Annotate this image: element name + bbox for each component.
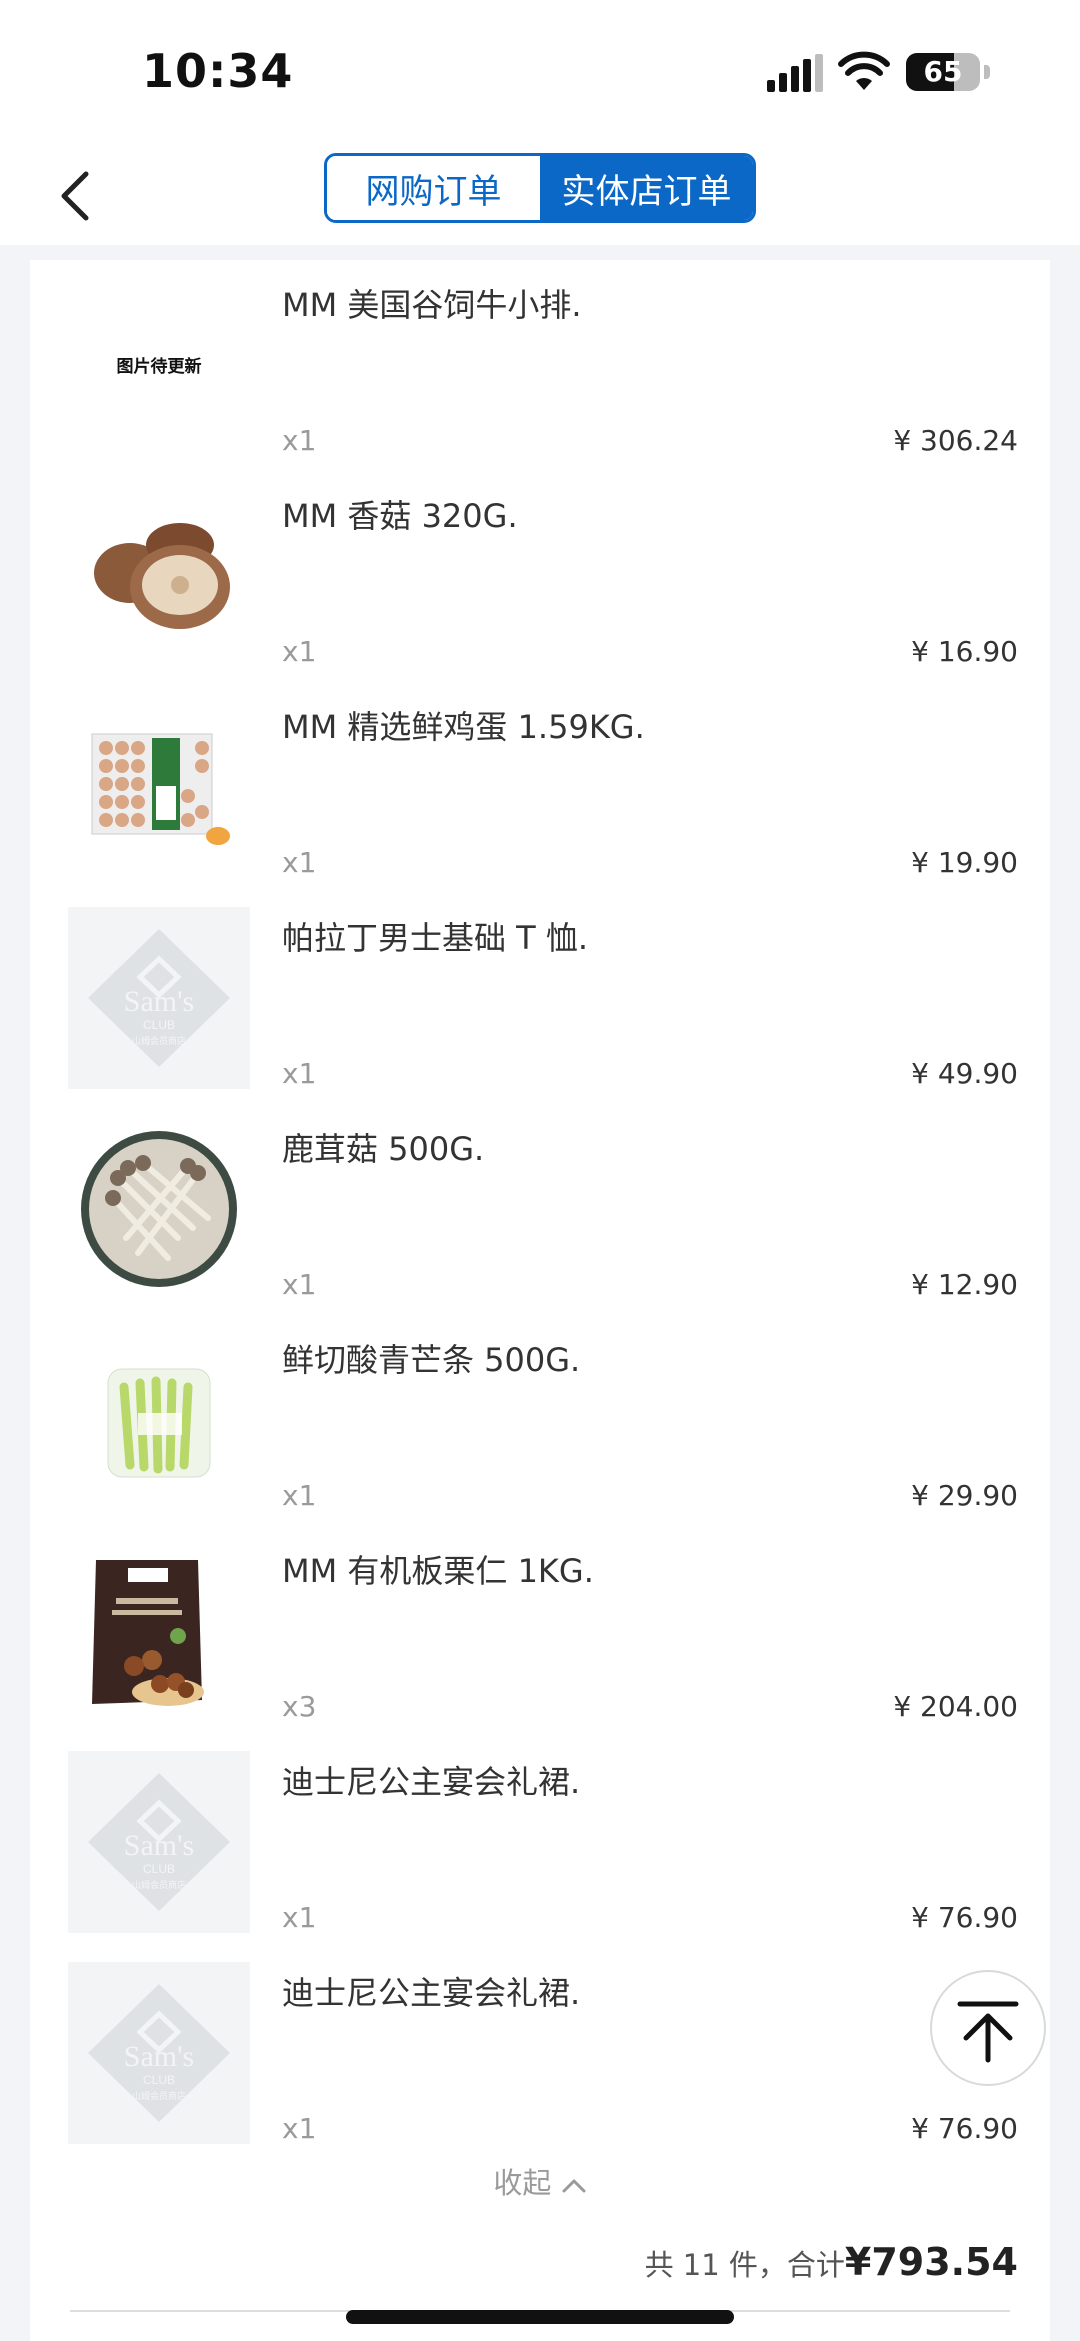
mushroom-product-image xyxy=(94,523,230,629)
collapse-label: 收起 xyxy=(493,2166,552,2200)
eggs-product-image xyxy=(91,733,230,845)
cellular-signal-icon xyxy=(767,54,823,92)
svg-text:Sam's: Sam's xyxy=(124,1829,194,1862)
home-indicator xyxy=(346,2310,734,2324)
wifi-icon xyxy=(838,51,890,90)
page-header: 网购订单 实体店订单 xyxy=(0,150,1080,245)
sams-club-logo-icon: Sam's CLUB 山姆会员商店 xyxy=(68,1751,250,1933)
sams-club-logo-icon: Sam's CLUB 山姆会员商店 xyxy=(68,907,250,1089)
arrow-up-icon xyxy=(957,2001,1019,2063)
product-quantity: x1 xyxy=(282,1057,317,1090)
status-bar: 10:34 65 xyxy=(0,0,1080,150)
svg-text:山姆会员商店: 山姆会员商店 xyxy=(132,1035,186,1047)
product-price: ¥ 12.90 xyxy=(911,1268,1018,1301)
product-price: ¥ 76.90 xyxy=(911,2112,1018,2145)
chevron-up-icon xyxy=(562,2179,586,2193)
list-item[interactable]: 鹿茸菇 500G. x1 ¥ 12.90 xyxy=(30,1118,1050,1329)
tab-store-orders[interactable]: 实体店订单 xyxy=(540,156,753,220)
product-quantity: x1 xyxy=(282,635,317,668)
chestnut-bag-product-image xyxy=(92,1560,204,1706)
list-item[interactable]: 鲜切酸青芒条 500G. x1 ¥ 29.90 xyxy=(30,1329,1050,1540)
svg-text:CLUB: CLUB xyxy=(143,2073,175,2087)
order-summary: 共 11 件，合计¥793.54 xyxy=(645,2240,1018,2284)
mango-strips-product-image xyxy=(107,1368,211,1478)
product-price: ¥ 16.90 xyxy=(911,635,1018,668)
product-quantity: x1 xyxy=(282,1268,317,1301)
product-price: ¥ 306.24 xyxy=(893,424,1018,457)
product-price: ¥ 29.90 xyxy=(911,1479,1018,1512)
order-type-tabs: 网购订单 实体店订单 xyxy=(324,153,756,223)
back-to-top-button[interactable] xyxy=(930,1970,1046,2086)
battery-icon: 65 xyxy=(906,53,990,91)
list-item[interactable]: Sam's CLUB 山姆会员商店 迪士尼公主宴会礼裙. x1 ¥ 76.90 xyxy=(30,1962,1050,2173)
list-item[interactable]: MM 精选鲜鸡蛋 1.59KG. x1 ¥ 19.90 xyxy=(30,696,1050,907)
status-time: 10:34 xyxy=(142,44,294,98)
back-arrow-icon[interactable] xyxy=(50,156,110,236)
product-image-placeholder: 图片待更新 xyxy=(116,357,202,377)
product-name: MM 有机板栗仁 1KG. xyxy=(282,1552,594,1590)
product-quantity: x1 xyxy=(282,1479,317,1512)
product-name: MM 精选鲜鸡蛋 1.59KG. xyxy=(282,708,645,746)
svg-text:CLUB: CLUB xyxy=(143,1862,175,1876)
list-item[interactable]: Sam's CLUB 山姆会员商店 迪士尼公主宴会礼裙. x1 ¥ 76.90 xyxy=(30,1751,1050,1962)
svg-text:山姆会员商店: 山姆会员商店 xyxy=(132,2090,186,2102)
sams-club-logo-icon: Sam's CLUB 山姆会员商店 xyxy=(68,1962,250,2144)
product-price: ¥ 76.90 xyxy=(911,1901,1018,1934)
product-quantity: x1 xyxy=(282,1901,317,1934)
svg-text:Sam's: Sam's xyxy=(124,2040,194,2073)
svg-text:山姆会员商店: 山姆会员商店 xyxy=(132,1879,186,1891)
svg-text:Sam's: Sam's xyxy=(124,985,194,1018)
order-total: ¥793.54 xyxy=(844,2240,1018,2284)
product-name: 帕拉丁男士基础 T 恤. xyxy=(282,919,589,957)
product-name: 鲜切酸青芒条 500G. xyxy=(282,1341,581,1379)
product-name: 鹿茸菇 500G. xyxy=(282,1130,485,1168)
svg-text:CLUB: CLUB xyxy=(143,1018,175,1032)
battery-level: 65 xyxy=(923,55,963,88)
mushroom-bowl-product-image xyxy=(81,1131,237,1287)
product-price: ¥ 19.90 xyxy=(911,846,1018,879)
order-items-card: 图片待更新 MM 美国谷饲牛小排. x1 ¥ 306.24 MM 香菇 320G… xyxy=(30,260,1050,2341)
product-price: ¥ 204.00 xyxy=(893,1690,1018,1723)
product-name: 迪士尼公主宴会礼裙. xyxy=(282,1974,581,2012)
list-item[interactable]: MM 有机板栗仁 1KG. x3 ¥ 204.00 xyxy=(30,1540,1050,1751)
list-item[interactable]: Sam's CLUB 山姆会员商店 帕拉丁男士基础 T 恤. x1 ¥ 49.9… xyxy=(30,907,1050,1118)
product-quantity: x1 xyxy=(282,424,317,457)
collapse-button[interactable]: 收起 xyxy=(30,2160,1050,2202)
product-quantity: x3 xyxy=(282,1690,317,1723)
product-name: 迪士尼公主宴会礼裙. xyxy=(282,1763,581,1801)
product-name: MM 美国谷饲牛小排. xyxy=(282,286,582,324)
product-price: ¥ 49.90 xyxy=(911,1057,1018,1090)
list-item[interactable]: MM 香菇 320G. x1 ¥ 16.90 xyxy=(30,485,1050,696)
product-name: MM 香菇 320G. xyxy=(282,497,518,535)
list-item[interactable]: 图片待更新 MM 美国谷饲牛小排. x1 ¥ 306.24 xyxy=(30,274,1050,485)
tab-online-orders[interactable]: 网购订单 xyxy=(327,156,540,220)
item-count-text: 共 11 件，合计 xyxy=(644,2248,845,2282)
product-quantity: x1 xyxy=(282,846,317,879)
product-quantity: x1 xyxy=(282,2112,317,2145)
